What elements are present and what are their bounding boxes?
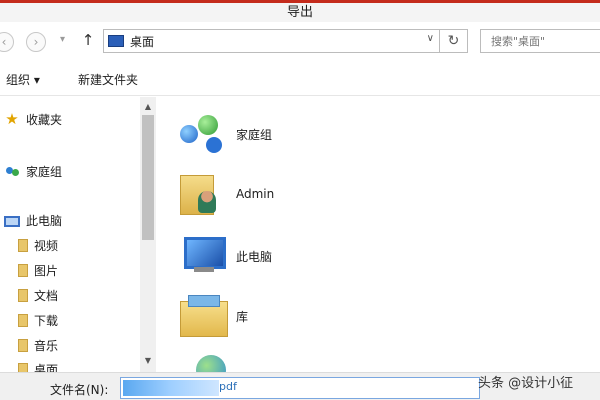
sidebar-item-this-pc[interactable]: 此电脑 bbox=[4, 210, 62, 230]
up-arrow-icon[interactable]: ↑ bbox=[80, 31, 96, 51]
scrollbar-thumb[interactable] bbox=[142, 115, 154, 240]
file-list: 家庭组 Admin 此电脑 库 bbox=[156, 97, 600, 372]
sidebar-item-label: 下载 bbox=[34, 313, 59, 328]
list-item-network[interactable] bbox=[176, 343, 236, 372]
title-bar: 导出 bbox=[0, 0, 600, 22]
filename-extension: pdf bbox=[219, 380, 237, 393]
sidebar-item-label: 此电脑 bbox=[26, 213, 63, 228]
sidebar-item-pictures[interactable]: 图片 bbox=[18, 260, 58, 280]
list-item-label: 家庭组 bbox=[236, 127, 273, 142]
sidebar-item-homegroup[interactable]: 家庭组 bbox=[4, 161, 62, 181]
address-dropdown-icon[interactable]: ∨ bbox=[427, 33, 434, 44]
filename-label: 文件名(N): bbox=[50, 383, 109, 397]
list-item-label: 此电脑 bbox=[236, 249, 273, 264]
organize-button[interactable]: 组织 ▾ bbox=[6, 71, 40, 88]
navigation-bar: ‹ › ▾ ↑ 桌面 ∨ ↻ bbox=[0, 22, 600, 62]
filename-input[interactable]: pdf bbox=[120, 377, 480, 399]
folder-icon bbox=[18, 338, 28, 352]
folder-icon bbox=[18, 288, 28, 302]
list-item-library[interactable]: 库 bbox=[176, 291, 248, 341]
user-folder-icon bbox=[176, 171, 228, 217]
command-toolbar: 组织 ▾ 新建文件夹 bbox=[0, 62, 600, 96]
back-arrow-icon[interactable]: ‹ bbox=[0, 32, 14, 52]
list-item-this-pc[interactable]: 此电脑 bbox=[176, 231, 272, 281]
homegroup-icon bbox=[176, 111, 228, 157]
sidebar-item-label: 家庭组 bbox=[26, 164, 63, 179]
sidebar-item-favorites[interactable]: ★ 收藏夹 bbox=[4, 109, 62, 129]
desktop-location-icon bbox=[108, 35, 124, 47]
computer-icon bbox=[176, 233, 228, 279]
watermark: 头条 @设计小征 bbox=[478, 376, 574, 391]
sidebar-item-label: 桌面 bbox=[34, 362, 59, 373]
folder-icon bbox=[18, 238, 28, 252]
sidebar-item-label: 收藏夹 bbox=[26, 112, 63, 127]
folder-icon bbox=[18, 263, 28, 277]
homegroup-icon bbox=[4, 163, 20, 179]
library-icon bbox=[176, 293, 228, 339]
list-item-admin[interactable]: Admin bbox=[176, 169, 274, 219]
list-item-label: Admin bbox=[236, 187, 275, 201]
sidebar-item-desktop[interactable]: 桌面 bbox=[18, 359, 58, 372]
sidebar-item-videos[interactable]: 视频 bbox=[18, 235, 58, 255]
list-item-label: 库 bbox=[236, 309, 249, 324]
star-icon: ★ bbox=[5, 110, 19, 128]
forward-arrow-icon[interactable]: › bbox=[26, 32, 46, 52]
folder-icon bbox=[18, 313, 28, 327]
folder-icon bbox=[18, 362, 28, 372]
sidebar-item-music[interactable]: 音乐 bbox=[18, 335, 58, 355]
scroll-down-icon[interactable]: ▼ bbox=[140, 354, 156, 368]
sidebar-item-documents[interactable]: 文档 bbox=[18, 285, 58, 305]
address-text: 桌面 bbox=[130, 35, 155, 49]
refresh-icon[interactable]: ↻ bbox=[440, 29, 468, 53]
search-box[interactable] bbox=[480, 29, 600, 53]
scroll-up-icon[interactable]: ▲ bbox=[140, 100, 156, 114]
list-item-homegroup[interactable]: 家庭组 bbox=[176, 109, 272, 159]
new-folder-button[interactable]: 新建文件夹 bbox=[78, 71, 138, 88]
computer-icon bbox=[4, 215, 20, 227]
sidebar-item-label: 文档 bbox=[34, 288, 59, 303]
network-icon bbox=[176, 345, 228, 372]
window-title: 导出 bbox=[286, 5, 313, 20]
navigation-pane: ★ 收藏夹 家庭组 此电脑 视频 图片 文档 下载 音乐 桌面 bbox=[0, 97, 156, 372]
search-input[interactable] bbox=[481, 30, 600, 52]
address-bar[interactable]: 桌面 ∨ bbox=[103, 29, 440, 53]
sidebar-item-label: 音乐 bbox=[34, 338, 59, 353]
sidebar-item-downloads[interactable]: 下载 bbox=[18, 310, 58, 330]
sidebar-item-label: 视频 bbox=[34, 238, 59, 253]
recent-locations-dropdown-icon[interactable]: ▾ bbox=[60, 34, 65, 45]
filename-selection bbox=[123, 380, 219, 396]
sidebar-item-label: 图片 bbox=[34, 263, 59, 278]
